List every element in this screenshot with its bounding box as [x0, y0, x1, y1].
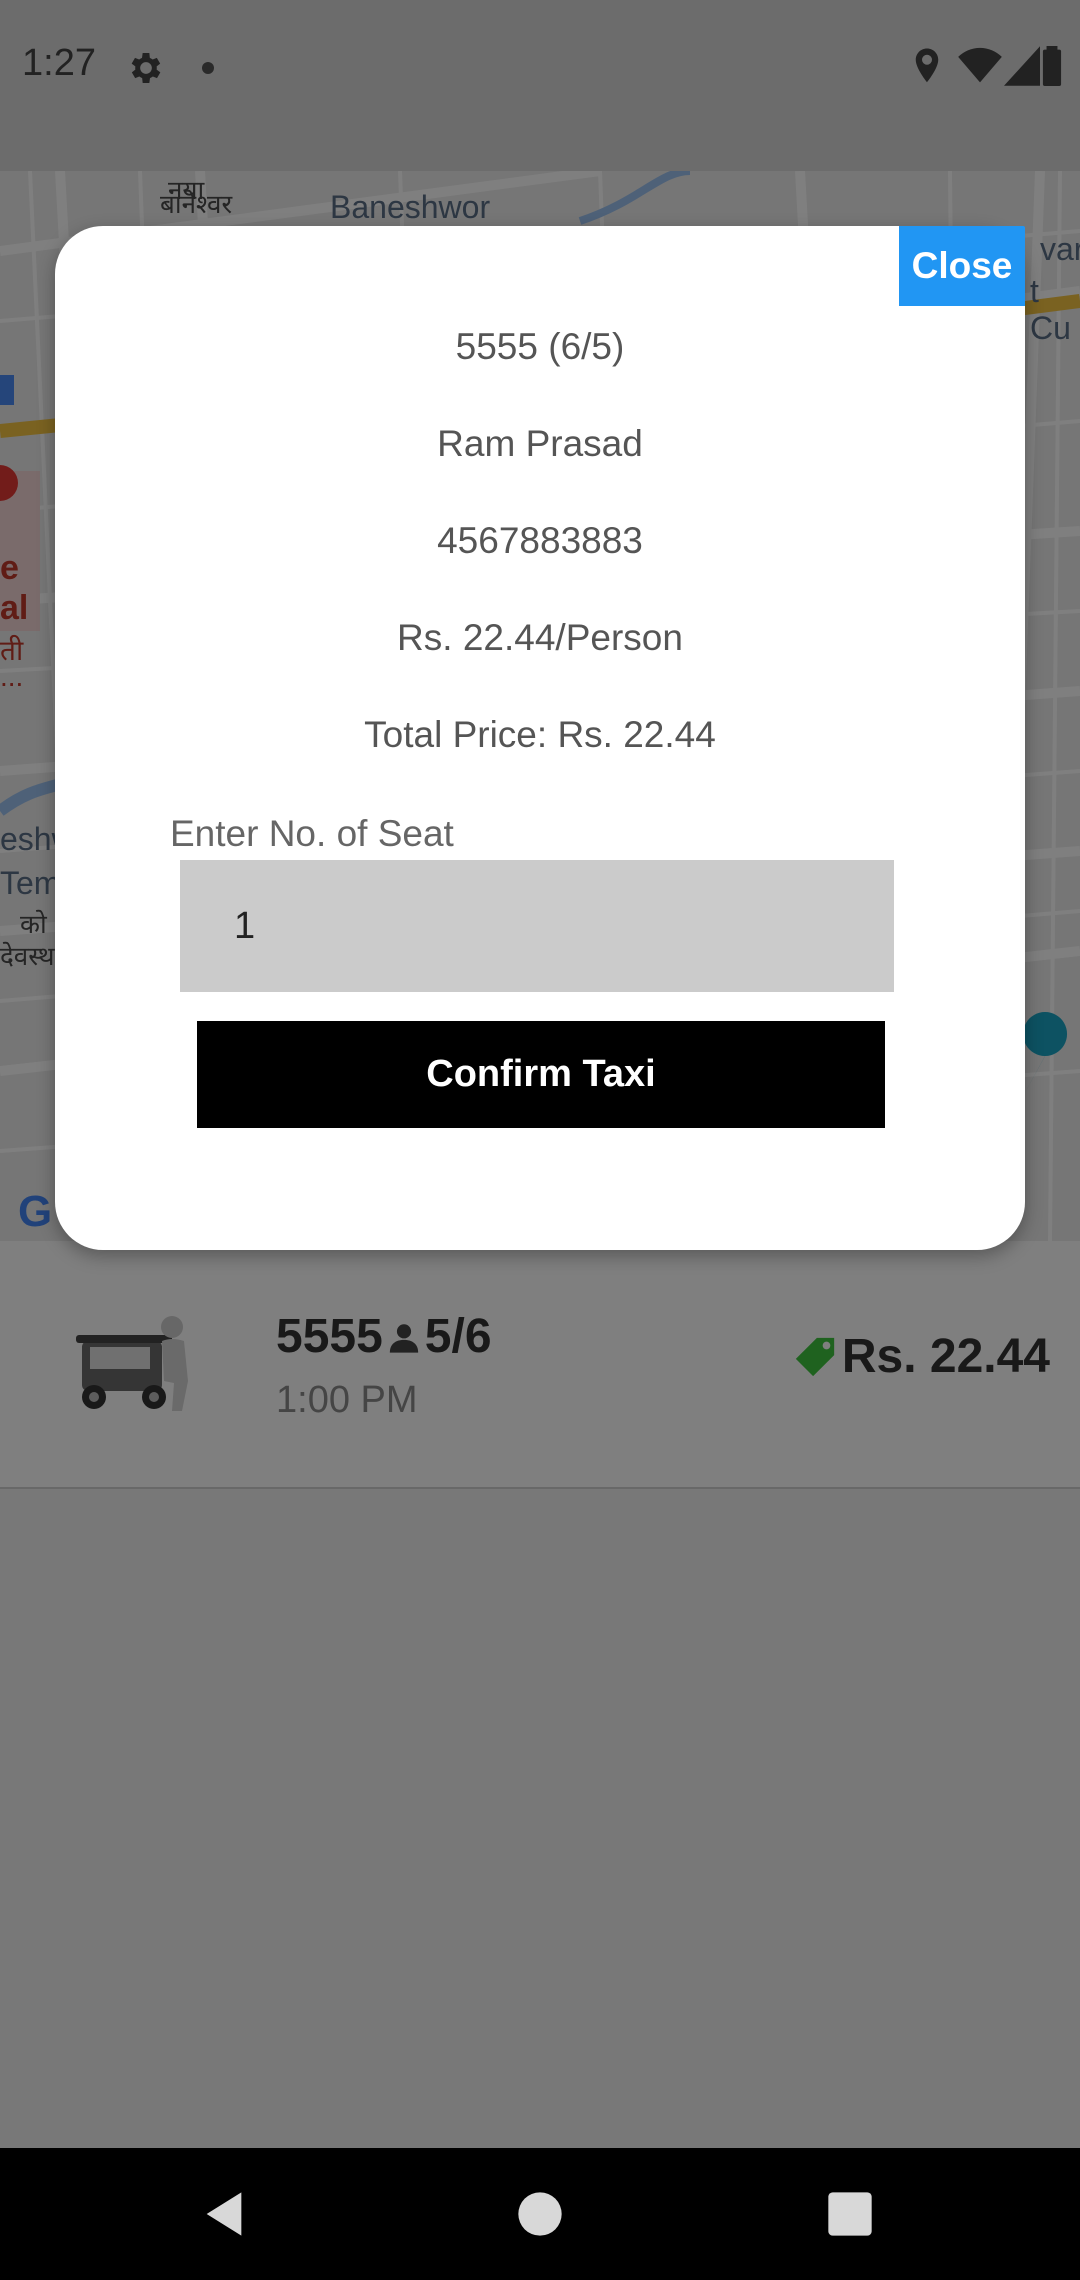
map-label-right-top: var	[1040, 231, 1080, 267]
close-button[interactable]: Close	[899, 226, 1025, 306]
map-label-left-dots: ...	[0, 661, 24, 692]
map-label-left-al: al	[0, 589, 29, 627]
driver-name: Ram Prasad	[437, 423, 643, 464]
home-icon[interactable]	[514, 2188, 566, 2240]
taxi-details-dialog: Close 5555 (6/5) Ram Prasad 4567883883 R…	[55, 226, 1025, 1250]
notification-dot-icon	[202, 62, 214, 74]
status-time: 1:27	[22, 42, 96, 84]
list-plate: 5555 5/6	[276, 1309, 492, 1364]
driver-phone: 4567883883	[437, 520, 643, 561]
rate-per-person: Rs. 22.44/Person	[397, 617, 683, 658]
signal-icon	[1004, 46, 1040, 86]
list-item[interactable]: 5555 5/6 1:00 PM Rs. 22.44	[0, 1241, 1080, 1489]
list-plate-number: 5555	[276, 1310, 383, 1363]
gear-icon	[131, 53, 161, 83]
location-icon	[915, 48, 939, 83]
battery-icon	[1042, 46, 1062, 86]
person-icon	[389, 1323, 418, 1353]
wifi-icon	[958, 47, 1002, 83]
back-icon[interactable]	[198, 2188, 250, 2240]
auto-rickshaw-icon	[76, 1316, 188, 1411]
google-logo: G	[18, 1187, 53, 1236]
seat-label: Enter No. of Seat	[170, 813, 454, 854]
map-label-baneshwor: Baneshwor	[330, 189, 491, 225]
status-bar: 1:27	[0, 0, 1080, 171]
map-label-baneshwor-devanagari: बानेश्वर	[160, 189, 233, 219]
status-icons	[912, 46, 1062, 90]
recents-icon[interactable]	[824, 2188, 876, 2240]
list-price-value: Rs. 22.44	[841, 1330, 1050, 1383]
seat-count-input[interactable]	[180, 860, 894, 992]
map-label-left-ko: को	[20, 909, 47, 939]
list-time: 1:00 PM	[276, 1379, 418, 1421]
total-price: Total Price: Rs. 22.44	[364, 714, 716, 755]
confirm-taxi-button[interactable]: Confirm Taxi	[197, 1021, 885, 1128]
taxi-plate-seats: 5555 (6/5)	[455, 326, 625, 367]
map-label-left-e: e	[0, 549, 19, 587]
map-label-left-tem: Tem	[0, 865, 61, 901]
price-tag-icon	[795, 1337, 835, 1376]
navigation-bar	[0, 2148, 1080, 2280]
map-label-left-deva: देवस्थ	[0, 941, 55, 971]
list-price: Rs. 22.44	[792, 1329, 1050, 1384]
taxi-list: 5555 5/6 1:00 PM Rs. 22.44	[0, 1241, 1080, 2148]
map-label-right-top2: t Cu	[1030, 273, 1071, 346]
list-seats: 5/6	[424, 1310, 492, 1363]
